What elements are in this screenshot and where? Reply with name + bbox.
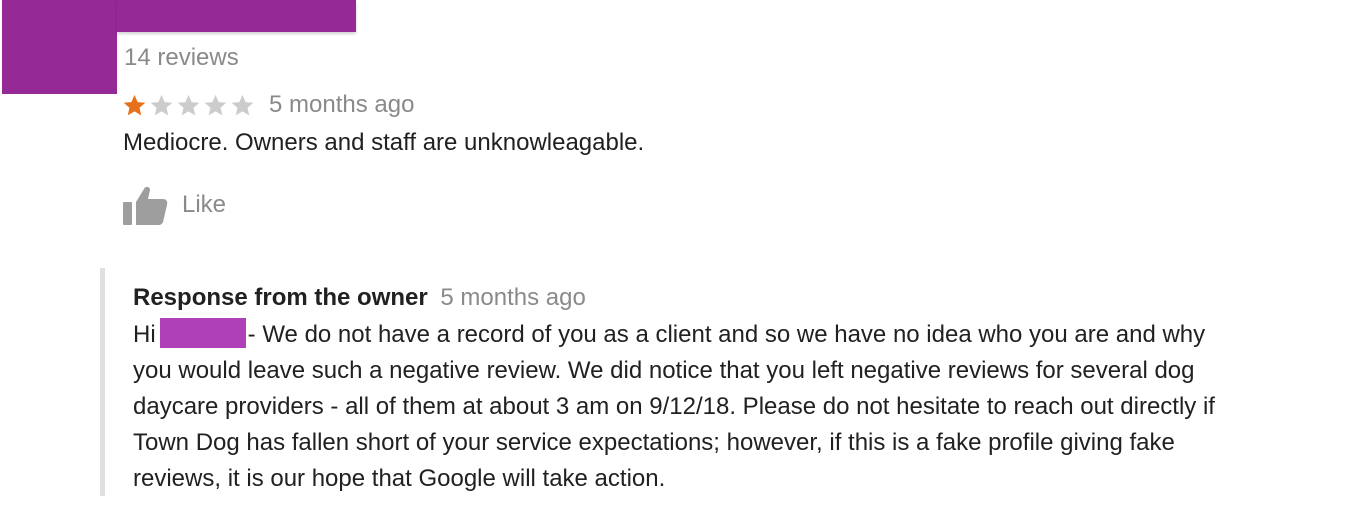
star-icon: [231, 94, 254, 115]
reviewer-review-count[interactable]: 14 reviews: [124, 44, 239, 72]
like-button[interactable]: Like: [122, 184, 226, 226]
review-date: 5 months ago: [269, 91, 415, 118]
star-icon: [204, 94, 227, 115]
owner-response-header: Response from the owner 5 months ago: [133, 284, 586, 312]
star-rating: [122, 93, 255, 118]
star-icon: [150, 94, 173, 115]
star-icon: [177, 94, 200, 115]
response-line: reviews, it is our hope that Google will…: [133, 465, 666, 492]
response-line: Town Dog has fallen short of your servic…: [133, 429, 1175, 456]
response-line-text: - We do not have a record of you as a cl…: [247, 321, 1206, 348]
response-line: Hi - We do not have a record of you as a …: [133, 317, 1313, 353]
redacted-avatar: [2, 0, 117, 94]
rating-row: 5 months ago: [122, 90, 414, 120]
owner-response: Response from the owner 5 months ago Hi -…: [100, 268, 1325, 496]
like-label: Like: [182, 191, 227, 218]
response-line: you would leave such a negative review. …: [133, 357, 1195, 384]
thumbs-up-icon: [123, 186, 168, 225]
redacted-reviewer-name: [117, 0, 356, 32]
thumbs-up-cuff: [123, 202, 132, 225]
thumbs-up-hand: [136, 186, 168, 225]
review-text: Mediocre. Owners and staff are unknowlea…: [123, 129, 645, 156]
owner-response-title: Response from the owner: [133, 284, 428, 311]
owner-response-date: 5 months ago: [440, 284, 586, 311]
star-icon: [123, 94, 146, 115]
response-line: daycare providers - all of them at about…: [133, 393, 1215, 420]
redacted-customer-name: [159, 318, 246, 348]
response-greeting: Hi: [133, 321, 156, 348]
owner-response-text: Hi - We do not have a record of you as a …: [133, 317, 1313, 497]
